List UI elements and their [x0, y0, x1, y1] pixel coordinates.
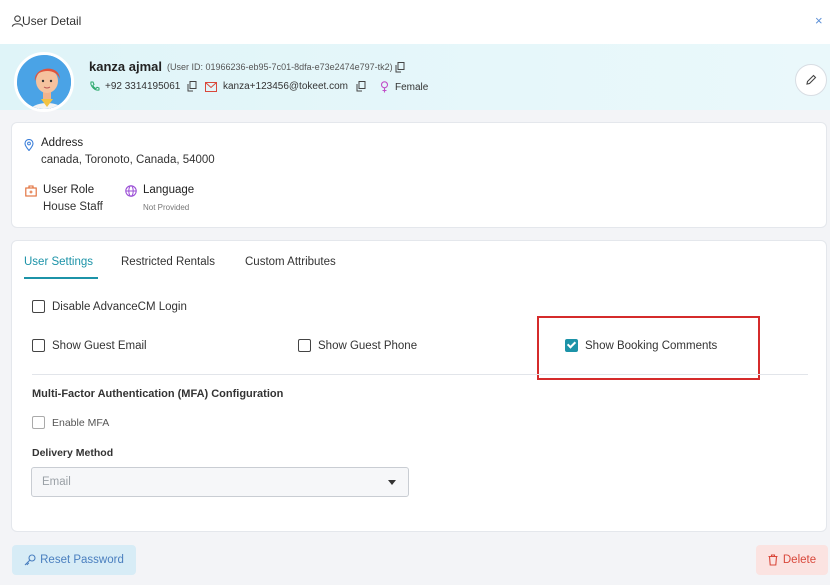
- user-id-text: (User ID: 01966236-eb95-7c01-8dfa-e73e24…: [167, 62, 393, 72]
- reset-password-button[interactable]: Reset Password: [12, 545, 136, 575]
- language-value: Not Provided: [143, 203, 190, 212]
- phone-number: +92 3314195061: [105, 81, 181, 92]
- email-contact: kanza+123456@tokeet.com: [205, 81, 366, 92]
- copy-icon[interactable]: [395, 62, 405, 73]
- gender-value: Female: [395, 81, 429, 93]
- female-icon: [380, 81, 389, 93]
- pencil-icon: [806, 74, 817, 85]
- settings-card: User Settings Restricted Rentals Custom …: [11, 240, 827, 532]
- role-label: User Role: [43, 184, 95, 196]
- user-info-card: Address canada, Toronoto, Canada, 54000 …: [11, 122, 827, 228]
- highlight-box: [537, 316, 760, 380]
- globe-icon: [125, 185, 137, 197]
- show-guest-phone-option[interactable]: Show Guest Phone: [298, 339, 417, 352]
- close-button[interactable]: ×: [815, 12, 829, 30]
- phone-contact: +92 3314195061: [89, 81, 197, 92]
- phone-icon: [90, 81, 100, 91]
- key-icon: [24, 554, 36, 566]
- location-pin-icon: [24, 139, 34, 151]
- copy-email-icon[interactable]: [356, 81, 366, 92]
- edit-profile-button[interactable]: [795, 64, 827, 96]
- tab-user-settings[interactable]: User Settings: [24, 256, 93, 268]
- user-name: kanza ajmal: [89, 59, 162, 74]
- role-value: House Staff: [43, 201, 103, 213]
- section-divider: [32, 374, 808, 375]
- show-guest-phone-checkbox[interactable]: [298, 339, 311, 352]
- chevron-down-icon: [388, 480, 396, 485]
- avatar-illustration: [17, 55, 71, 109]
- show-guest-email-label: Show Guest Email: [52, 339, 147, 352]
- profile-banner: kanza ajmal (User ID: 01966236-eb95-7c01…: [0, 44, 830, 112]
- address-label: Address: [41, 137, 84, 149]
- email-address: kanza+123456@tokeet.com: [223, 81, 348, 92]
- delivery-method-value: Email: [42, 476, 71, 488]
- show-guest-email-checkbox[interactable]: [32, 339, 45, 352]
- copy-phone-icon[interactable]: [187, 81, 197, 92]
- disable-advancecm-label: Disable AdvanceCM Login: [52, 300, 187, 313]
- disable-advancecm-checkbox[interactable]: [32, 300, 45, 313]
- tab-custom-attributes[interactable]: Custom Attributes: [245, 256, 336, 268]
- show-guest-phone-label: Show Guest Phone: [318, 339, 418, 352]
- tab-restricted-rentals[interactable]: Restricted Rentals: [121, 256, 215, 268]
- enable-mfa-checkbox[interactable]: [32, 416, 45, 429]
- delivery-method-select[interactable]: Email: [31, 467, 409, 497]
- mail-icon: [205, 81, 217, 92]
- delete-button[interactable]: Delete: [756, 545, 828, 575]
- user-role-icon: [25, 185, 37, 197]
- trash-icon: [768, 554, 778, 566]
- show-guest-email-option[interactable]: Show Guest Email: [32, 339, 147, 352]
- disable-advancecm-option[interactable]: Disable AdvanceCM Login: [32, 300, 187, 313]
- enable-mfa-label: Enable MFA: [52, 416, 110, 429]
- active-tab-indicator: [24, 277, 98, 279]
- reset-password-label: Reset Password: [40, 554, 124, 566]
- dialog-header: User Detail ×: [0, 0, 830, 44]
- dialog-title: User Detail: [22, 14, 82, 28]
- user-id: (User ID: 01966236-eb95-7c01-8dfa-e73e24…: [167, 62, 405, 73]
- avatar: [14, 52, 74, 112]
- gender-info: Female: [380, 81, 428, 93]
- address-value: canada, Toronoto, Canada, 54000: [41, 154, 215, 166]
- mfa-section-title: Multi-Factor Authentication (MFA) Config…: [32, 388, 284, 400]
- language-label: Language: [143, 184, 195, 196]
- delete-label: Delete: [782, 554, 817, 566]
- delivery-method-label: Delivery Method: [32, 447, 114, 459]
- enable-mfa-option[interactable]: Enable MFA: [32, 416, 109, 429]
